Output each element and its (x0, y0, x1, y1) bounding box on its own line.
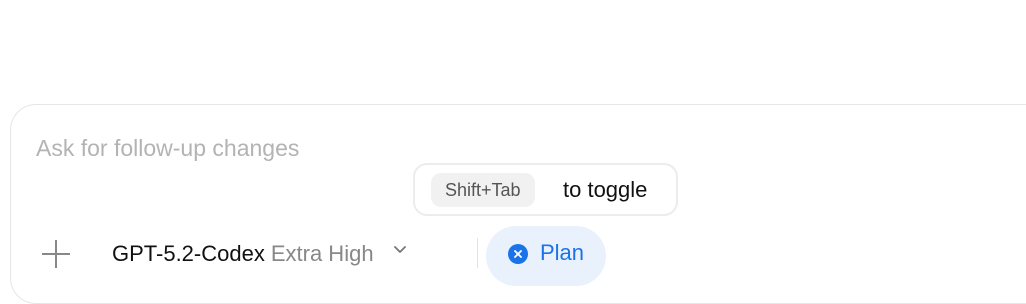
plan-mode-chip[interactable]: Plan (486, 226, 606, 286)
model-name: GPT-5.2-Codex (112, 241, 265, 266)
close-circle-icon[interactable] (508, 244, 528, 264)
shortcut-tooltip: Shift+Tab to toggle (413, 163, 678, 216)
plan-label: Plan (540, 240, 585, 265)
toolbar-divider (477, 238, 478, 268)
follow-up-input[interactable] (36, 135, 636, 162)
reasoning-effort: Extra High (270, 241, 374, 266)
model-selector[interactable]: GPT-5.2-Codex Extra High (112, 240, 406, 270)
add-attachment-button[interactable] (42, 240, 70, 268)
tooltip-text: to toggle (563, 177, 648, 202)
shift-tab-keycap: Shift+Tab (431, 173, 535, 207)
chevron-down-icon (393, 246, 406, 253)
